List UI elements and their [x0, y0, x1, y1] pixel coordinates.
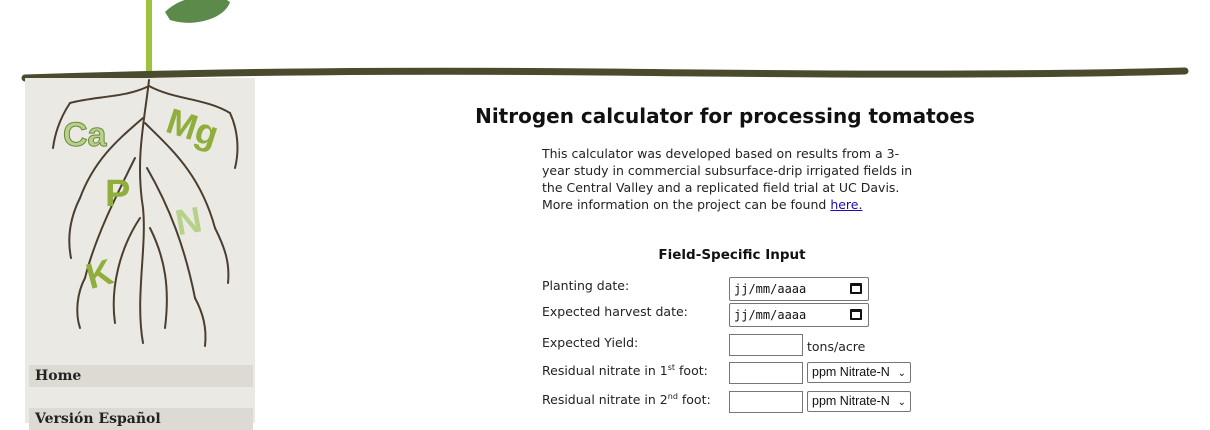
logo-k: K [82, 251, 118, 297]
sidebar: Ca Mg P N K Home Versión Español [25, 78, 255, 430]
planting-date-row: Planting date: jj/mm/aaaa [542, 277, 942, 304]
intro-paragraph: This calculator was developed based on r… [542, 145, 922, 213]
nitrate-2nd-unit-value: ppm Nitrate-N [812, 394, 890, 408]
nitrate-1st-unit-select[interactable]: ppm Nitrate-N ⌄ [807, 362, 911, 383]
planting-date-placeholder: jj/mm/aaaa [734, 282, 807, 296]
nitrate-1st-unit-value: ppm Nitrate-N [812, 365, 890, 379]
nitrate-1st-row: Residual nitrate in 1st foot: ppm Nitrat… [542, 362, 942, 389]
logo-mg: Mg [162, 100, 224, 155]
planting-date-label: Planting date: [542, 278, 630, 293]
calendar-icon[interactable] [850, 309, 862, 320]
page-title: Nitrogen calculator for processing tomat… [475, 104, 975, 128]
nitrate-2nd-unit-select[interactable]: ppm Nitrate-N ⌄ [807, 391, 911, 412]
main-content: Nitrogen calculator for processing tomat… [255, 0, 1210, 423]
nitrate-1st-label-post: foot: [675, 363, 708, 379]
harvest-date-label: Expected harvest date: [542, 304, 688, 319]
yield-label: Expected Yield: [542, 335, 639, 350]
roots-logo: Ca Mg P N K [52, 79, 239, 347]
nav-spanish-version[interactable]: Versión Español [29, 408, 253, 430]
nitrate-2nd-sup: nd [667, 392, 678, 401]
yield-row: Expected Yield: tons/acre [542, 334, 942, 361]
nitrate-2nd-label-post: foot: [677, 392, 711, 408]
yield-input[interactable] [729, 334, 803, 356]
nitrate-2nd-input[interactable] [729, 391, 803, 413]
nitrate-2nd-label: Residual nitrate in 2nd foot: [542, 392, 711, 407]
yield-unit: tons/acre [807, 339, 866, 354]
logo-ca: Ca [63, 116, 108, 154]
nitrate-1st-label-pre: Residual nitrate in 1 [542, 363, 668, 379]
nitrate-1st-label: Residual nitrate in 1st foot: [542, 363, 708, 378]
project-info-link[interactable]: here. [830, 197, 862, 212]
logo-p: P [105, 173, 130, 215]
nitrate-1st-sup: st [667, 363, 676, 372]
nitrate-2nd-row: Residual nitrate in 2nd foot: ppm Nitrat… [542, 391, 942, 418]
harvest-date-placeholder: jj/mm/aaaa [734, 308, 807, 322]
harvest-date-row: Expected harvest date: jj/mm/aaaa [542, 303, 942, 330]
calendar-icon[interactable] [850, 283, 862, 294]
planting-date-input[interactable]: jj/mm/aaaa [729, 277, 869, 301]
plant-leaf [165, 0, 230, 23]
nav-home[interactable]: Home [29, 365, 253, 387]
nitrate-2nd-label-pre: Residual nitrate in 2 [542, 392, 668, 408]
harvest-date-input[interactable]: jj/mm/aaaa [729, 303, 869, 327]
chevron-down-icon: ⌄ [897, 368, 906, 379]
nitrate-1st-input[interactable] [729, 362, 803, 384]
section-title-field-input: Field-Specific Input [658, 247, 806, 263]
chevron-down-icon: ⌄ [897, 397, 906, 408]
logo-n: N [172, 198, 205, 243]
